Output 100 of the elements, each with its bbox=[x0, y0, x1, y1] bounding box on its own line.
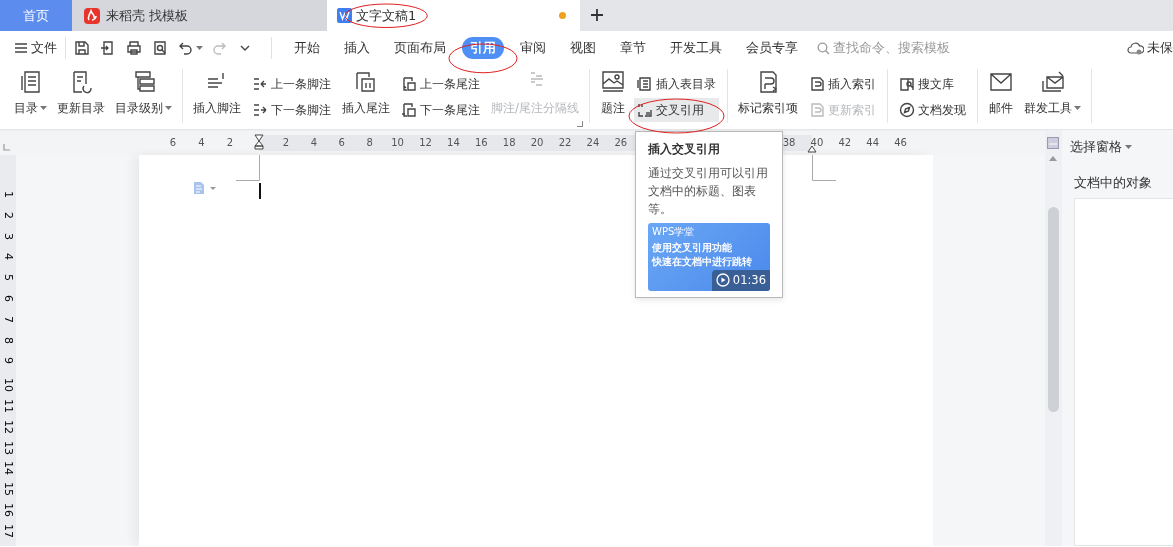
caret-icon bbox=[165, 106, 172, 110]
pane-selector[interactable]: 选择窗格 bbox=[1062, 130, 1173, 157]
ruler-number: 10 bbox=[2, 378, 14, 393]
caret-icon[interactable] bbox=[196, 46, 203, 50]
ribbon-button[interactable]: 上一条尾注 bbox=[398, 72, 483, 96]
ruler-number: 44 bbox=[866, 136, 880, 150]
ribbon-tab[interactable]: 审阅 bbox=[512, 36, 554, 60]
panel-heading: 文档中的对象 bbox=[1073, 173, 1153, 192]
indent-marker-icon[interactable] bbox=[254, 134, 264, 150]
ruler-corner-icon bbox=[3, 143, 11, 151]
ribbon-button[interactable]: 目录 bbox=[12, 65, 49, 129]
caret-icon bbox=[40, 106, 47, 110]
ribbon-button[interactable]: 标记索引项 bbox=[736, 65, 801, 129]
document-tab[interactable]: 来稻壳 找模板 bbox=[72, 0, 327, 31]
ruler-number: 2 bbox=[2, 211, 14, 219]
ruler-number: 6 bbox=[338, 136, 345, 150]
search-icon bbox=[817, 41, 830, 55]
tooltip-description: 通过交叉引用可以引用文档中的标题、图表等。 bbox=[648, 165, 769, 218]
ribbon-button[interactable]: 搜文库 bbox=[896, 72, 970, 96]
ruler-number: 2 bbox=[226, 136, 234, 150]
menu-icon bbox=[14, 42, 28, 54]
ribbon-tab[interactable]: 视图 bbox=[562, 36, 604, 60]
ribbon-button[interactable]: 插入表目录 bbox=[634, 72, 720, 96]
ribbon-tab[interactable]: 开始 bbox=[286, 36, 328, 60]
ribbon-tab[interactable]: 章节 bbox=[612, 36, 654, 60]
text-cursor bbox=[259, 183, 261, 199]
ribbon-tab[interactable]: 会员专享 bbox=[738, 36, 806, 60]
ribbon-button[interactable]: 插入索引 bbox=[806, 72, 880, 96]
ruler-number: 4 bbox=[2, 253, 14, 261]
undo-icon[interactable] bbox=[178, 40, 194, 56]
dialog-launcher-icon[interactable] bbox=[577, 121, 584, 127]
ribbon-button[interactable]: 群发工具 bbox=[1022, 65, 1084, 129]
ruler-number: 8 bbox=[2, 336, 14, 344]
ruler-number: 40 bbox=[810, 136, 824, 150]
ruler-toggle-icon[interactable] bbox=[1047, 137, 1059, 149]
caret-icon bbox=[1125, 145, 1132, 150]
ribbon-button[interactable]: 题注 bbox=[598, 65, 629, 129]
ribbon-button[interactable]: 文档发现 bbox=[896, 98, 970, 122]
video-caption: 快速在文档中进行跳转 bbox=[652, 255, 753, 269]
ribbon-button[interactable]: 目录级别 bbox=[113, 65, 174, 129]
cloud-icon bbox=[1127, 41, 1144, 55]
margin-corner-mark bbox=[236, 155, 260, 181]
ruler-number: 14 bbox=[2, 461, 14, 476]
previous-footnote-icon bbox=[252, 76, 268, 92]
ruler-number: 6 bbox=[169, 136, 177, 150]
ruler-number: 7 bbox=[2, 315, 14, 323]
ribbon-button[interactable]: 邮件 bbox=[986, 65, 1017, 129]
ribbon-button[interactable]: 更新目录 bbox=[55, 65, 107, 129]
ruler-number: 42 bbox=[838, 136, 852, 150]
ribbon-button[interactable]: 交叉引用 bbox=[634, 98, 720, 122]
ribbon-tab[interactable]: 开发工具 bbox=[662, 36, 730, 60]
ribbon-button[interactable]: 插入脚注 bbox=[191, 65, 243, 129]
flame-logo-icon bbox=[84, 7, 100, 24]
bracket-icon bbox=[637, 102, 654, 118]
print-icon[interactable] bbox=[126, 40, 142, 56]
list-icon bbox=[637, 76, 654, 92]
ribbon-tab[interactable]: 插入 bbox=[336, 36, 378, 60]
export-icon[interactable] bbox=[100, 40, 116, 56]
ruler-number: 26 bbox=[614, 136, 628, 150]
ribbon-button[interactable]: 上一条脚注 bbox=[249, 72, 334, 96]
ruler-number: 38 bbox=[782, 136, 796, 150]
scrollbar-thumb[interactable] bbox=[1048, 207, 1059, 412]
ruler-number: 4 bbox=[310, 136, 318, 150]
video-caption: 使用交叉引用功能 bbox=[652, 241, 733, 255]
compass-icon bbox=[899, 102, 916, 118]
ruler-number: 4 bbox=[198, 136, 205, 150]
ruler-number: 20 bbox=[530, 136, 544, 150]
send-icon bbox=[1039, 69, 1066, 95]
save-icon[interactable] bbox=[74, 40, 90, 56]
ruler-number: 12 bbox=[2, 419, 14, 434]
next-endnote-icon bbox=[401, 102, 417, 118]
ruler-number: 9 bbox=[2, 357, 14, 365]
ruler-number: 14 bbox=[447, 136, 460, 150]
previous-endnote-icon bbox=[401, 76, 417, 92]
ruler-number: 24 bbox=[586, 136, 600, 150]
ruler-number: 8 bbox=[366, 136, 373, 150]
caret-icon bbox=[1074, 106, 1082, 110]
print-preview-icon[interactable] bbox=[152, 40, 168, 56]
ruler-number: 13 bbox=[2, 440, 14, 455]
add-tab-icon[interactable] bbox=[590, 8, 604, 22]
ruler-number: 46 bbox=[894, 136, 907, 150]
ruler-number: 16 bbox=[2, 503, 14, 517]
ruler-number: 3 bbox=[2, 232, 14, 240]
refresh-index-icon bbox=[809, 102, 826, 118]
ruler-number: 1 bbox=[2, 191, 14, 198]
ribbon-button[interactable]: 下一条脚注 bbox=[249, 98, 334, 122]
ruler-number: 11 bbox=[2, 399, 14, 413]
ribbon-tab[interactable]: 页面布局 bbox=[386, 36, 454, 60]
tooltip-title: 插入交叉引用 bbox=[648, 141, 721, 158]
video-brand: WPS学堂 bbox=[652, 226, 696, 237]
image-icon bbox=[600, 69, 627, 95]
ribbon-button[interactable]: 下一条尾注 bbox=[398, 98, 483, 122]
play-icon bbox=[715, 273, 730, 288]
video-thumbnail[interactable]: WPS学堂 使用交叉引用功能 快速在文档中进行跳转 01:36 bbox=[648, 223, 770, 291]
file-menu[interactable]: 文件 bbox=[14, 38, 57, 58]
save-status[interactable]: 未保 bbox=[1127, 38, 1173, 58]
ruler-number: 16 bbox=[474, 136, 488, 150]
ruler-number: 12 bbox=[419, 136, 432, 150]
ribbon-button[interactable]: 插入尾注 bbox=[340, 65, 392, 129]
document-tab[interactable]: 文字文稿1 bbox=[327, 0, 580, 31]
